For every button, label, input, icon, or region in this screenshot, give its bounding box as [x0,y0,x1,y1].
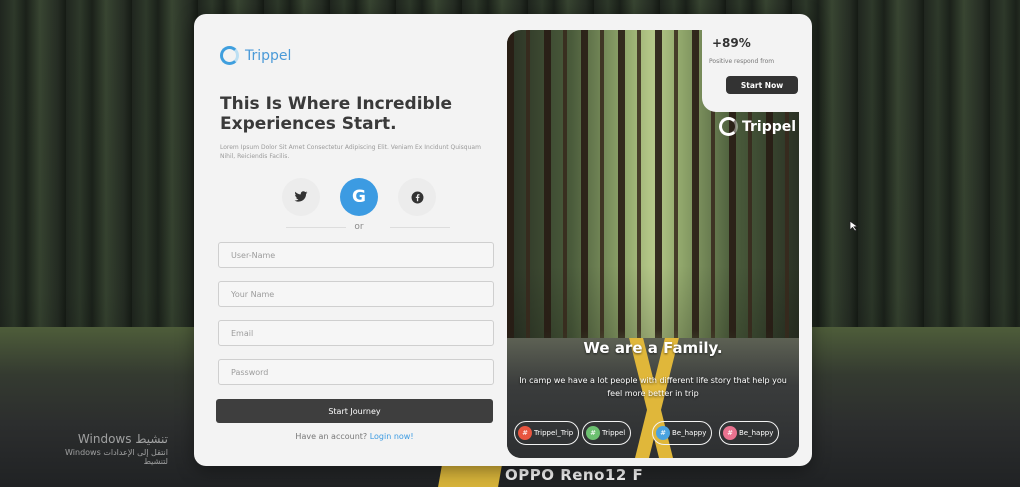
username-input[interactable] [218,242,494,268]
login-link[interactable]: Login now! [370,432,414,441]
facebook-button[interactable] [398,178,436,216]
promo-title: We are a Family. [583,339,723,357]
password-input[interactable] [218,359,494,385]
promo-text: In camp we have a lot people with differ… [519,376,787,398]
background-road-line [438,465,502,487]
google-button[interactable]: G [340,178,378,216]
hashtag-label: Be_happy [672,429,707,437]
camera-watermark: OPPO Reno12 F [505,466,644,484]
login-prompt: Have an account? Login now! [216,432,493,441]
hashtag-icon: # [723,426,737,440]
hashtag-chip[interactable]: # Trippel_Trip [514,421,580,445]
logo-ring-icon [220,46,239,65]
hashtag-icon: # [518,426,532,440]
account-question: Have an account? [295,432,368,441]
hashtag-chip[interactable]: # Be_happy [719,421,780,445]
brand-name: Trippel [245,47,292,64]
hashtag-icon: # [656,426,670,440]
hashtag-chip[interactable]: # Trippel [582,421,632,445]
start-journey-button[interactable]: Start Journey [216,399,493,423]
watermark-line-2: Windows انتقل إلى الإعدادات لتنشيط [65,448,168,466]
promo-brand-name: Trippel [742,118,797,135]
stat-value: +89% [712,36,751,50]
watermark-line-1: Windows تنشيط [77,432,168,446]
windows-activation-watermark: Windows تنشيط Windows انتقل إلى الإعدادا… [40,432,168,466]
divider-right [390,227,450,228]
page-description: Lorem Ipsum Dolor Sit Amet Consectetur A… [220,144,481,160]
email-input[interactable] [218,320,494,346]
twitter-button[interactable] [282,178,320,216]
start-now-button[interactable]: Start Now [726,76,798,94]
hashtag-label: Be_happy [739,429,774,437]
promo-logo-ring-icon [719,117,738,136]
mouse-cursor-icon [849,220,859,232]
hashtag-label: Trippel_Trip [534,429,574,437]
yourname-input[interactable] [218,281,494,307]
or-separator: or [354,222,364,232]
facebook-icon [411,191,423,203]
brand-logo[interactable]: Trippel [220,46,291,65]
google-icon: G [352,187,366,207]
promo-logo: Trippel [719,117,796,136]
page-headline: This Is Where Incredible Experiences Sta… [220,94,453,134]
signup-card: Trippel This Is Where Incredible Experie… [194,14,812,466]
hashtag-chip[interactable]: # Be_happy [652,421,713,445]
twitter-icon [294,191,308,202]
stat-caption: Positive respond from [709,58,775,65]
hashtag-icon: # [586,426,600,440]
hashtag-label: Trippel [602,429,626,437]
